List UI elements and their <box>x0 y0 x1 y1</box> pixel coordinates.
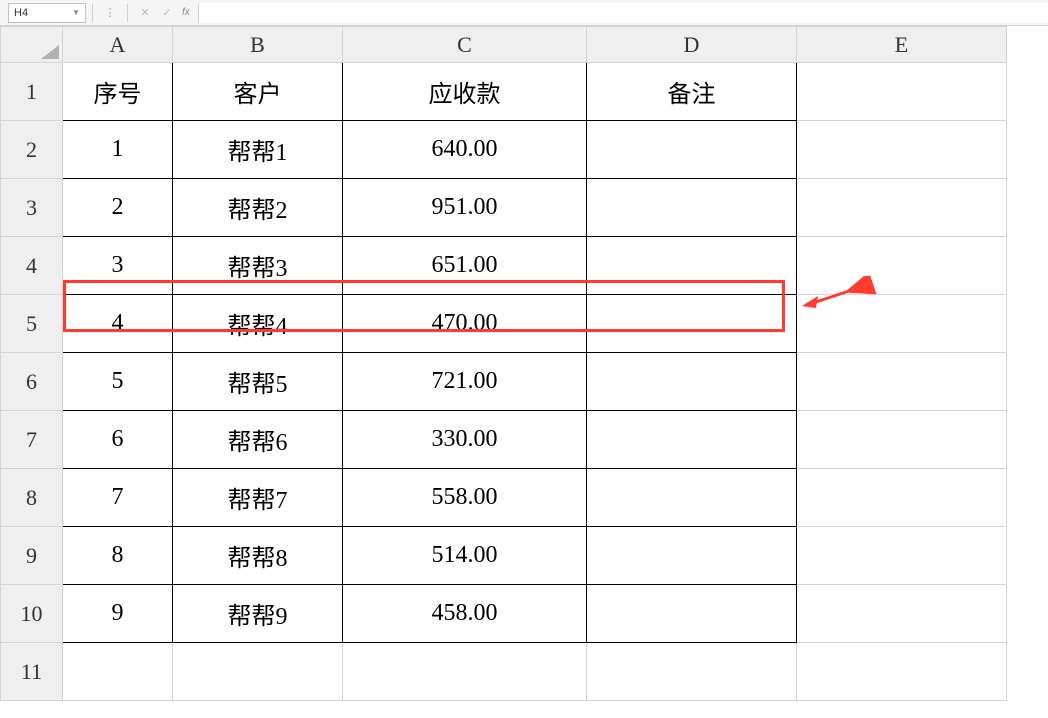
cell-B9[interactable]: 帮帮8 <box>173 527 343 585</box>
cell-B10[interactable]: 帮帮9 <box>173 585 343 643</box>
cell-D2[interactable] <box>587 121 797 179</box>
row-header-9[interactable]: 9 <box>1 527 63 585</box>
cell-C1[interactable]: 应收款 <box>343 63 587 121</box>
corner-triangle-icon <box>41 45 59 59</box>
cell-D7[interactable] <box>587 411 797 469</box>
formula-bar: H4 ▼ ⋮ ✕ ✓ fx <box>0 0 1048 26</box>
name-box-value: H4 <box>14 7 28 19</box>
cell-B8[interactable]: 帮帮7 <box>173 469 343 527</box>
row-header-5[interactable]: 5 <box>1 295 63 353</box>
col-header-E[interactable]: E <box>797 27 1007 63</box>
cell-E8[interactable] <box>797 469 1007 527</box>
row-header-7[interactable]: 7 <box>1 411 63 469</box>
cell-C3[interactable]: 951.00 <box>343 179 587 237</box>
cell-E3[interactable] <box>797 179 1007 237</box>
cell-A1[interactable]: 序号 <box>63 63 173 121</box>
cell-A2[interactable]: 1 <box>63 121 173 179</box>
cell-E7[interactable] <box>797 411 1007 469</box>
cell-E11[interactable] <box>797 643 1007 701</box>
name-box[interactable]: H4 ▼ <box>8 3 86 23</box>
cell-D3[interactable] <box>587 179 797 237</box>
cell-E9[interactable] <box>797 527 1007 585</box>
cell-E5[interactable] <box>797 295 1007 353</box>
col-header-C[interactable]: C <box>343 27 587 63</box>
cell-D4[interactable] <box>587 237 797 295</box>
col-header-D[interactable]: D <box>587 27 797 63</box>
cell-A10[interactable]: 9 <box>63 585 173 643</box>
spreadsheet-area: A B C D E 1 序号 客户 应收款 备注 2 1 帮帮1 64 <box>0 26 1048 701</box>
cell-A5[interactable]: 4 <box>63 295 173 353</box>
row-header-8[interactable]: 8 <box>1 469 63 527</box>
cell-C10[interactable]: 458.00 <box>343 585 587 643</box>
separator <box>127 4 128 22</box>
cancel-icon[interactable]: ✕ <box>137 5 153 21</box>
separator <box>92 4 93 22</box>
cell-D11[interactable] <box>587 643 797 701</box>
more-icon[interactable]: ⋮ <box>102 5 118 21</box>
confirm-icon[interactable]: ✓ <box>159 5 175 21</box>
cell-B2[interactable]: 帮帮1 <box>173 121 343 179</box>
cell-D6[interactable] <box>587 353 797 411</box>
cell-B3[interactable]: 帮帮2 <box>173 179 343 237</box>
row-header-4[interactable]: 4 <box>1 237 63 295</box>
cell-A6[interactable]: 5 <box>63 353 173 411</box>
cell-E1[interactable] <box>797 63 1007 121</box>
cell-E6[interactable] <box>797 353 1007 411</box>
cell-C6[interactable]: 721.00 <box>343 353 587 411</box>
row-header-10[interactable]: 10 <box>1 585 63 643</box>
cell-B7[interactable]: 帮帮6 <box>173 411 343 469</box>
cell-A8[interactable]: 7 <box>63 469 173 527</box>
row-header-1[interactable]: 1 <box>1 63 63 121</box>
cell-C4[interactable]: 651.00 <box>343 237 587 295</box>
cell-D1[interactable]: 备注 <box>587 63 797 121</box>
cell-C7[interactable]: 330.00 <box>343 411 587 469</box>
cell-B5[interactable]: 帮帮4 <box>173 295 343 353</box>
formula-input[interactable] <box>198 3 1048 23</box>
cell-B4[interactable]: 帮帮3 <box>173 237 343 295</box>
cell-A7[interactable]: 6 <box>63 411 173 469</box>
cell-A9[interactable]: 8 <box>63 527 173 585</box>
cell-C5[interactable]: 470.00 <box>343 295 587 353</box>
cell-D10[interactable] <box>587 585 797 643</box>
row-header-11[interactable]: 11 <box>1 643 63 701</box>
cell-E2[interactable] <box>797 121 1007 179</box>
cell-E10[interactable] <box>797 585 1007 643</box>
cell-C9[interactable]: 514.00 <box>343 527 587 585</box>
row-header-2[interactable]: 2 <box>1 121 63 179</box>
cell-C11[interactable] <box>343 643 587 701</box>
col-header-A[interactable]: A <box>63 27 173 63</box>
row-header-3[interactable]: 3 <box>1 179 63 237</box>
spreadsheet-grid[interactable]: A B C D E 1 序号 客户 应收款 备注 2 1 帮帮1 64 <box>0 26 1007 701</box>
cell-D8[interactable] <box>587 469 797 527</box>
cell-B11[interactable] <box>173 643 343 701</box>
dropdown-icon[interactable]: ▼ <box>72 8 80 17</box>
cell-E4[interactable] <box>797 237 1007 295</box>
cell-D5[interactable] <box>587 295 797 353</box>
cell-C8[interactable]: 558.00 <box>343 469 587 527</box>
select-all-corner[interactable] <box>1 27 63 63</box>
cell-A3[interactable]: 2 <box>63 179 173 237</box>
cell-D9[interactable] <box>587 527 797 585</box>
cell-C2[interactable]: 640.00 <box>343 121 587 179</box>
cell-A11[interactable] <box>63 643 173 701</box>
fx-label[interactable]: fx <box>182 7 190 18</box>
cell-B1[interactable]: 客户 <box>173 63 343 121</box>
cell-B6[interactable]: 帮帮5 <box>173 353 343 411</box>
cell-A4[interactable]: 3 <box>63 237 173 295</box>
row-header-6[interactable]: 6 <box>1 353 63 411</box>
col-header-B[interactable]: B <box>173 27 343 63</box>
